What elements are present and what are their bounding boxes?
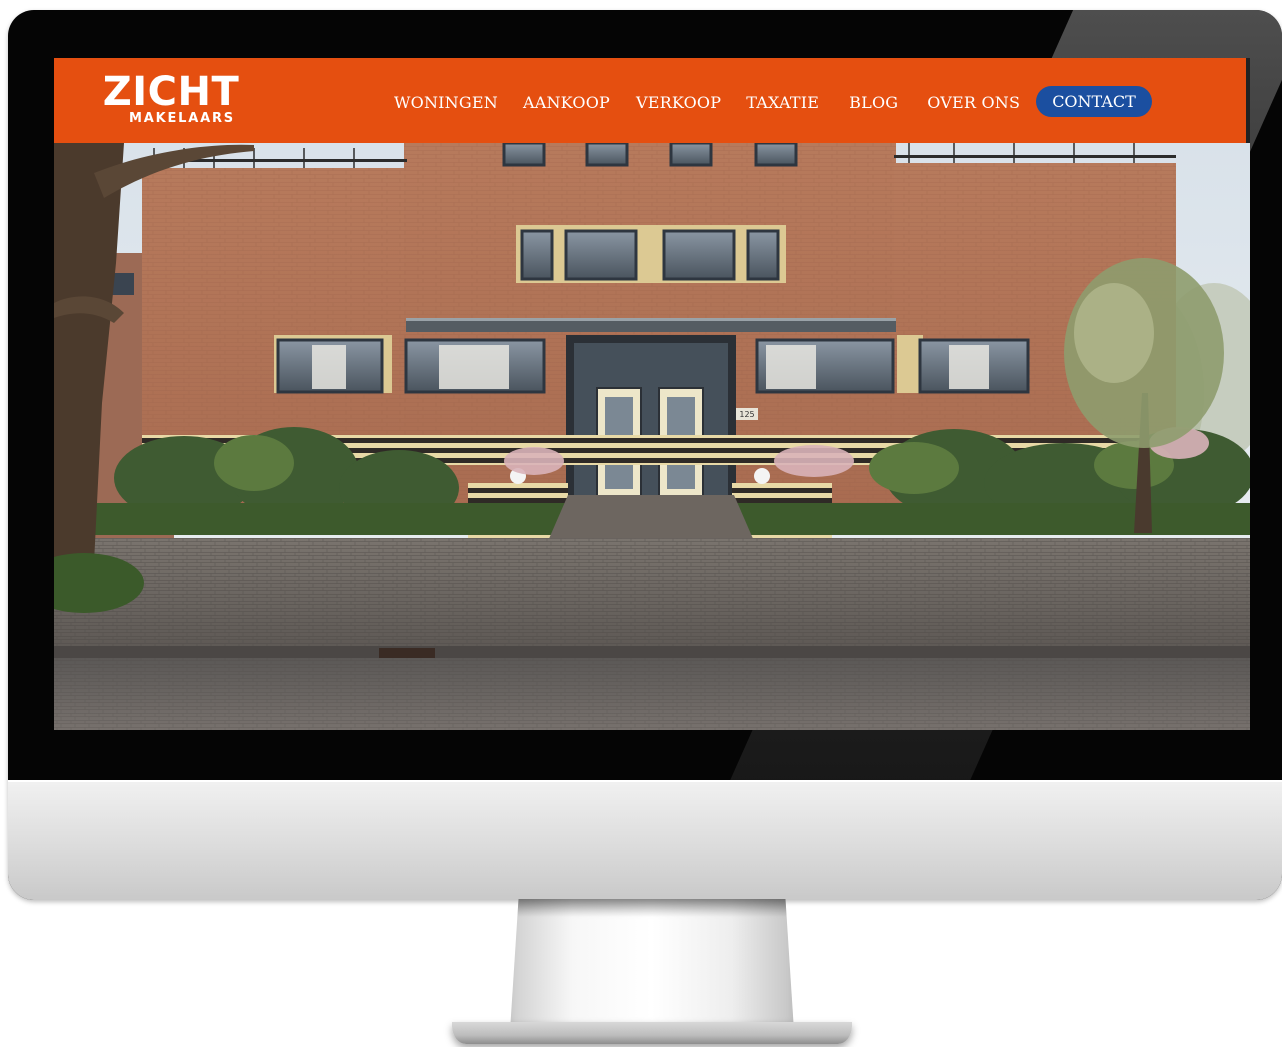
site-logo[interactable]: ZICHT MAKELAARS xyxy=(86,72,256,132)
logo-wordmark: ZICHT xyxy=(102,69,240,115)
hero-image: 125 xyxy=(54,143,1250,730)
main-nav: WONINGEN AANKOOP VERKOOP TAXATIE BLOG OV… xyxy=(394,87,1020,117)
site-header: ZICHT MAKELAARS WONINGEN AANKOOP VERKOOP… xyxy=(54,58,1246,143)
nav-item-over-ons[interactable]: OVER ONS xyxy=(927,93,1020,112)
nav-item-blog[interactable]: BLOG xyxy=(849,93,898,112)
monitor-stand xyxy=(510,899,794,1031)
monitor-chin xyxy=(8,780,1282,900)
website-screen: ZICHT MAKELAARS WONINGEN AANKOOP VERKOOP… xyxy=(54,58,1250,730)
nav-item-aankoop[interactable]: AANKOOP xyxy=(523,93,610,112)
nav-item-verkoop[interactable]: VERKOOP xyxy=(636,93,721,112)
hero-building-photo: 125 xyxy=(54,143,1250,730)
imac-mockup: ZICHT MAKELAARS WONINGEN AANKOOP VERKOOP… xyxy=(0,0,1282,1047)
house-number: 125 xyxy=(739,410,754,419)
nav-item-woningen[interactable]: WONINGEN xyxy=(394,93,498,112)
logo-tagline: MAKELAARS xyxy=(129,111,235,126)
contact-button[interactable]: CONTACT xyxy=(1036,86,1152,117)
nav-item-taxatie[interactable]: TAXATIE xyxy=(746,93,819,112)
monitor-stand-foot xyxy=(452,1022,852,1044)
